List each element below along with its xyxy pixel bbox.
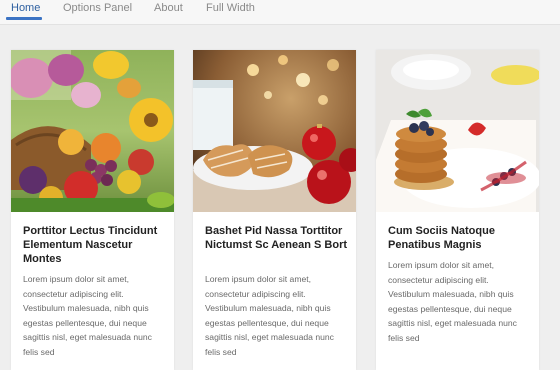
nav-item-options-panel[interactable]: Options Panel	[63, 1, 132, 15]
post-excerpt: Lorem ipsum dolor sit amet, consectetur …	[388, 260, 517, 343]
post-thumbnail-fruit-basket[interactable]	[11, 50, 174, 212]
post-card[interactable]: Cum Sociis Natoque Penatibus Magnis Lore…	[376, 50, 539, 370]
nav-item-home[interactable]: Home	[11, 1, 40, 15]
post-card[interactable]: Bashet Pid Nassa Torttitor Nictumst Sc A…	[193, 50, 356, 370]
post-title[interactable]: Bashet Pid Nassa Torttitor Nictumst Sc A…	[205, 224, 347, 252]
post-excerpt: Lorem ipsum dolor sit amet, consectetur …	[205, 274, 334, 357]
post-title[interactable]: Porttitor Lectus Tincidunt Elementum Nas…	[23, 224, 165, 266]
post-thumbnail-cookies-ornaments[interactable]	[193, 50, 356, 212]
post-excerpt: Lorem ipsum dolor sit amet, consectetur …	[23, 274, 152, 357]
post-thumbnail-pancakes[interactable]	[376, 50, 539, 212]
active-nav-indicator	[6, 17, 42, 20]
post-title[interactable]: Cum Sociis Natoque Penatibus Magnis	[388, 224, 530, 252]
nav-item-full-width[interactable]: Full Width	[206, 1, 255, 15]
post-card[interactable]: Porttitor Lectus Tincidunt Elementum Nas…	[11, 50, 174, 370]
top-nav: Home Options Panel About Full Width	[0, 0, 560, 25]
nav-item-about[interactable]: About	[154, 1, 183, 15]
